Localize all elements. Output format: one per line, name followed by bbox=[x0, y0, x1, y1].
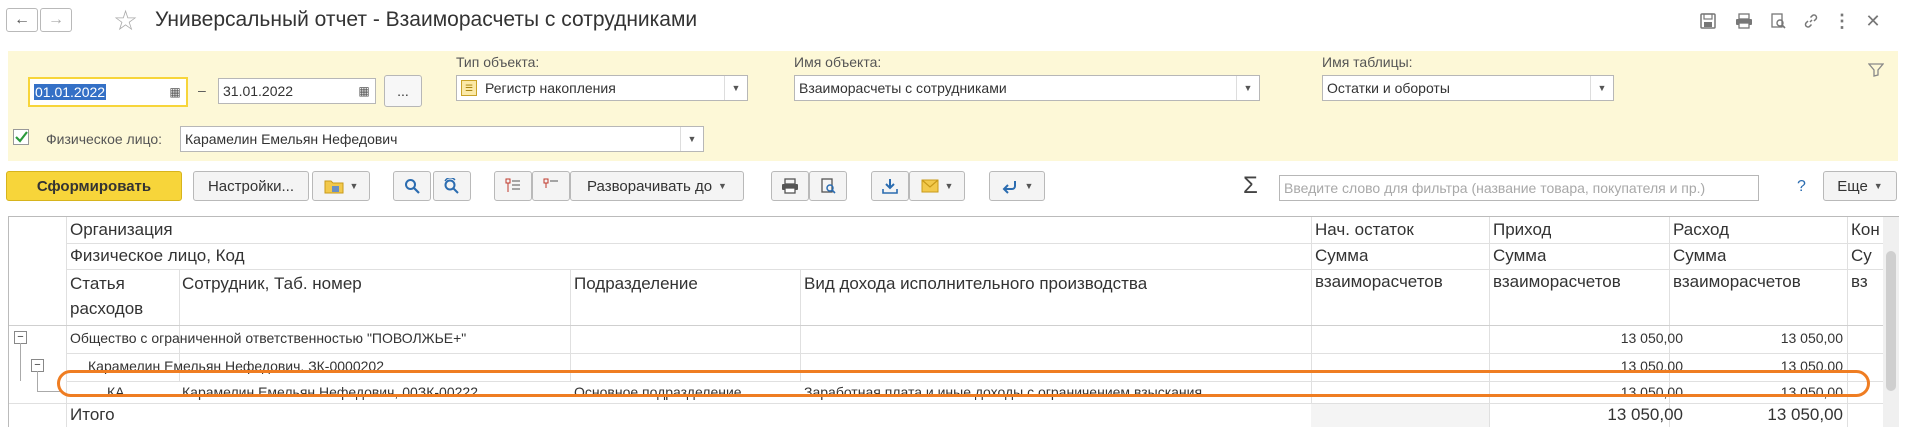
header-opening-balance: Нач. остаток bbox=[1315, 220, 1414, 239]
date-to-field[interactable]: 31.01.2022 ▦ bbox=[218, 78, 376, 104]
save-to-file-button[interactable] bbox=[871, 171, 909, 201]
search-input[interactable]: Введите слово для фильтра (название това… bbox=[1279, 175, 1759, 201]
total-label: Итого bbox=[70, 405, 115, 424]
header-expense-sub-1: Сумма bbox=[1673, 246, 1727, 265]
header-department: Подразделение bbox=[574, 274, 698, 293]
sum-icon[interactable]: Σ bbox=[1243, 172, 1258, 200]
vertical-scrollbar[interactable] bbox=[1883, 217, 1899, 427]
forward-button[interactable]: → bbox=[40, 8, 72, 32]
generate-button[interactable]: Сформировать bbox=[6, 171, 182, 201]
favorite-star-icon[interactable]: ☆ bbox=[113, 4, 138, 37]
object-type-label: Тип объекта: bbox=[456, 54, 540, 70]
variants-button[interactable]: ▼ bbox=[312, 171, 370, 201]
expand-to-button[interactable]: Разворачивать до ▼ bbox=[570, 171, 744, 201]
goto-button[interactable]: ▼ bbox=[989, 171, 1045, 201]
help-button[interactable]: ? bbox=[1797, 178, 1806, 196]
expense-cell: 13 050,00 bbox=[1780, 330, 1843, 346]
header-closing: Кон bbox=[1851, 220, 1880, 239]
more-vert-icon[interactable]: ⋮ bbox=[1832, 11, 1852, 31]
filter-icon[interactable] bbox=[1867, 63, 1885, 82]
header-person-code: Физическое лицо, Код bbox=[70, 246, 245, 265]
folder-icon bbox=[324, 180, 344, 194]
preview-icon[interactable] bbox=[1768, 11, 1788, 31]
print-preview-button[interactable] bbox=[809, 171, 847, 201]
search-icon bbox=[405, 179, 420, 194]
print-icon[interactable] bbox=[1734, 11, 1754, 31]
chevron-down-icon: ▼ bbox=[349, 181, 359, 191]
preview-icon bbox=[821, 178, 836, 194]
calendar-icon[interactable]: ▦ bbox=[353, 79, 375, 103]
table-name-select[interactable]: Остатки и обороты ▼ bbox=[1322, 75, 1614, 101]
person-select[interactable]: Карамелин Емельян Нефедович ▼ bbox=[180, 126, 704, 152]
header-income: Приход bbox=[1493, 220, 1552, 239]
settings-button[interactable]: Настройки... bbox=[193, 171, 309, 201]
expand-icon bbox=[505, 178, 520, 192]
person-label: Физическое лицо: bbox=[46, 131, 163, 147]
chevron-down-icon[interactable]: ▼ bbox=[1590, 76, 1613, 100]
header-closing-sub-2: вз bbox=[1851, 272, 1868, 291]
header-expense-sub-2: взаиморасчетов bbox=[1673, 272, 1801, 291]
header-organization: Организация bbox=[70, 220, 173, 239]
calendar-icon[interactable]: ▦ bbox=[164, 79, 186, 105]
more-button[interactable]: Еще ▼ bbox=[1823, 171, 1897, 201]
scrollbar-thumb[interactable] bbox=[1886, 251, 1896, 391]
download-icon bbox=[882, 179, 898, 194]
header-income-sub-1: Сумма bbox=[1493, 246, 1547, 265]
header-closing-sub-1: Су bbox=[1851, 246, 1872, 265]
date-separator: – bbox=[198, 82, 206, 98]
chevron-down-icon[interactable]: ▼ bbox=[680, 127, 703, 151]
expand-all-button[interactable] bbox=[494, 171, 532, 201]
find-next-button[interactable] bbox=[433, 171, 471, 201]
search-placeholder: Введите слово для фильтра (название това… bbox=[1284, 180, 1706, 196]
header-employee: Сотрудник, Таб. номер bbox=[182, 274, 362, 293]
arrow-right-icon: → bbox=[48, 11, 64, 28]
period-select-button[interactable]: ... bbox=[384, 75, 422, 107]
collapse-icon bbox=[543, 178, 558, 188]
income-cell: 13 050,00 bbox=[1620, 330, 1683, 346]
chevron-down-icon[interactable]: ▼ bbox=[724, 76, 747, 100]
close-icon[interactable]: ✕ bbox=[1863, 11, 1883, 31]
register-icon: ☰ bbox=[461, 80, 477, 96]
page-title: Универсальный отчет - Взаиморасчеты с со… bbox=[155, 8, 698, 31]
collapse-all-button[interactable] bbox=[532, 171, 570, 201]
header-income-type: Вид дохода исполнительного производства bbox=[804, 274, 1148, 293]
print-button[interactable] bbox=[771, 171, 809, 201]
date-to-value: 31.01.2022 bbox=[223, 83, 294, 99]
date-from-field[interactable]: 01.01.2022 ▦ bbox=[28, 77, 188, 107]
object-name-select[interactable]: Взаиморасчеты с сотрудниками ▼ bbox=[794, 75, 1260, 101]
table-name-label: Имя таблицы: bbox=[1322, 54, 1413, 70]
search-next-icon bbox=[444, 178, 459, 194]
send-email-button[interactable]: ▼ bbox=[909, 171, 965, 201]
object-type-select[interactable]: ☰ Регистр накопления ▼ bbox=[456, 75, 748, 101]
total-expense: 13 050,00 bbox=[1767, 405, 1843, 424]
header-expense-item-1: Статья bbox=[70, 274, 125, 293]
table-row-organization[interactable]: Общество с ограниченной ответственностью… bbox=[70, 330, 466, 346]
arrow-left-icon: ← bbox=[14, 11, 30, 28]
header-opening-sub-1: Сумма bbox=[1315, 246, 1369, 265]
chevron-down-icon: ▼ bbox=[718, 181, 727, 191]
chevron-down-icon: ▼ bbox=[944, 181, 954, 191]
person-checkbox[interactable] bbox=[13, 129, 29, 145]
header-opening-sub-2: взаиморасчетов bbox=[1315, 272, 1443, 291]
chevron-down-icon: ▼ bbox=[1024, 181, 1034, 191]
find-button[interactable] bbox=[393, 171, 431, 201]
object-name-label: Имя объекта: bbox=[794, 54, 882, 70]
back-button[interactable]: ← bbox=[6, 8, 38, 32]
link-icon[interactable] bbox=[1801, 11, 1821, 31]
chevron-down-icon[interactable]: ▼ bbox=[1236, 76, 1259, 100]
goto-arrow-icon bbox=[1002, 181, 1016, 194]
header-expense-item-2: расходов bbox=[70, 299, 144, 318]
chevron-down-icon: ▼ bbox=[1873, 181, 1883, 191]
save-icon[interactable] bbox=[1698, 11, 1718, 31]
printer-icon bbox=[782, 178, 798, 194]
total-income: 13 050,00 bbox=[1607, 405, 1683, 424]
date-from-value: 01.01.2022 bbox=[34, 84, 107, 100]
filter-panel: 01.01.2022 ▦ – 31.01.2022 ▦ ... Тип объе… bbox=[8, 51, 1898, 161]
mail-icon bbox=[921, 179, 939, 193]
header-income-sub-2: взаиморасчетов bbox=[1493, 272, 1621, 291]
highlight-outline bbox=[57, 370, 1870, 397]
header-expense: Расход bbox=[1673, 220, 1730, 239]
